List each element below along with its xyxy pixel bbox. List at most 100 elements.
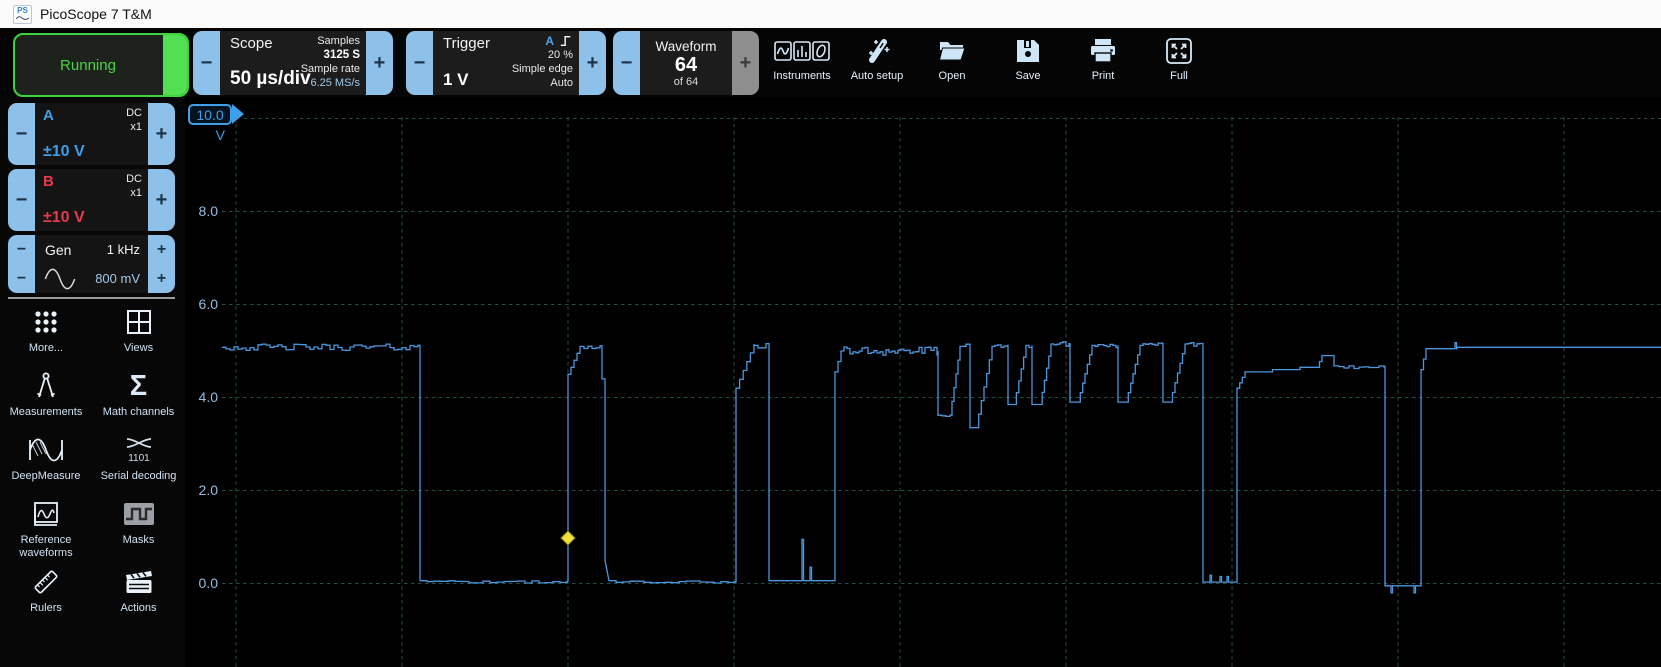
print-icon: [1089, 34, 1117, 68]
trigger-level-marker[interactable]: [560, 530, 576, 546]
scope-graph: [222, 117, 1661, 667]
y-axis-unit: V: [215, 127, 225, 143]
sidebar-tool-measurements[interactable]: Measurements: [0, 366, 92, 428]
open-button[interactable]: Open: [919, 34, 985, 92]
waveform-index: 64: [674, 53, 698, 76]
generator-frequency-increase-button[interactable]: +: [148, 235, 175, 264]
channel-b-coupling: DC: [126, 173, 142, 185]
y-axis-tick-label: 8.0: [198, 202, 218, 219]
channel-b-name: B: [43, 173, 54, 190]
sample-rate-value: 6.25 MS/s: [310, 77, 360, 89]
waveform-trace: [222, 341, 1661, 594]
samples-label: Samples: [317, 35, 360, 47]
sidebar-tool-deepmeasure[interactable]: DeepMeasure: [0, 430, 92, 492]
generator-panel: − Gen 1 kHz + − 800 mV +: [8, 235, 175, 293]
sidebar-tool-serial-decoding[interactable]: 1101 Serial decoding: [92, 430, 185, 492]
sidebar-tool-actions[interactable]: Actions: [92, 562, 185, 624]
auto-setup-button[interactable]: Auto setup: [844, 34, 910, 92]
print-button[interactable]: Print: [1070, 34, 1136, 92]
sample-rate-label: Sample rate: [300, 63, 360, 75]
sidebar-tool-math-channels[interactable]: Σ Math channels: [92, 366, 185, 428]
y-axis-tick-label: 2.0: [198, 481, 218, 498]
channel-b-body[interactable]: B DC x1 ±10 V: [35, 169, 148, 231]
waveform-panel[interactable]: Waveform 64 of 64: [640, 31, 732, 95]
waveform-previous-button[interactable]: −: [613, 31, 640, 95]
rising-edge-icon: [560, 36, 571, 46]
trigger-position-value: 20 %: [547, 49, 573, 61]
open-folder-icon: [938, 34, 966, 68]
scope-decrease-button[interactable]: −: [193, 31, 220, 95]
trigger-source-channel: A: [545, 34, 554, 48]
trigger-increase-button[interactable]: +: [579, 31, 606, 95]
samples-value: 3125 S: [323, 49, 360, 61]
channel-a-increase-button[interactable]: +: [148, 103, 175, 165]
generator-frequency: 1 kHz: [106, 242, 140, 257]
channel-a-axis-arrow-icon: [232, 104, 244, 124]
generator-frequency-row[interactable]: Gen 1 kHz: [35, 235, 148, 264]
picoscope-app-icon: PS: [13, 4, 32, 24]
channel-a-body[interactable]: A DC x1 ±10 V: [35, 103, 148, 165]
sigma-icon: Σ: [129, 369, 148, 402]
waveform-count: of 64: [673, 75, 699, 88]
save-icon: [1015, 34, 1041, 68]
calipers-icon: [32, 369, 60, 403]
generator-amplitude: 800 mV: [95, 271, 140, 286]
trigger-level-value: 1 V: [443, 70, 469, 89]
full-button[interactable]: Full: [1146, 34, 1212, 92]
scope-canvas[interactable]: 10.0 V 8.0 6.0 4.0 2.0 0.0: [185, 97, 1661, 667]
instruments-button[interactable]: Instruments: [769, 34, 835, 92]
app-title: PicoScope 7 T&M: [40, 6, 152, 22]
timebase-value: 50 µs/div: [230, 68, 311, 89]
deepmeasure-icon: [28, 433, 64, 467]
sidebar-tool-rulers[interactable]: Rulers: [0, 562, 92, 624]
channel-b-decrease-button[interactable]: −: [8, 169, 35, 231]
running-stripe: [163, 35, 187, 95]
generator-amplitude-increase-button[interactable]: +: [148, 264, 175, 293]
channel-a-range: ±10 V: [43, 143, 85, 160]
scope-increase-button[interactable]: +: [366, 31, 393, 95]
trigger-panel[interactable]: Trigger 1 V A 20 % Simple edge Auto: [433, 31, 579, 95]
trigger-panel-group: − Trigger 1 V A 20 % Simple edge Auto +: [406, 31, 606, 95]
fullscreen-icon: [1165, 34, 1193, 68]
sidebar-tool-masks[interactable]: Masks: [92, 494, 185, 560]
generator-amplitude-decrease-button[interactable]: −: [8, 264, 35, 293]
y-axis-max-label[interactable]: 10.0: [188, 104, 232, 125]
channel-b-increase-button[interactable]: +: [148, 169, 175, 231]
window-title-bar: PS PicoScope 7 T&M: [0, 0, 1661, 28]
save-button[interactable]: Save: [995, 34, 1061, 92]
channel-b-range: ±10 V: [43, 209, 85, 226]
channel-b-panel: − B DC x1 ±10 V +: [8, 169, 175, 231]
channel-a-coupling: DC: [126, 107, 142, 119]
sine-wave-icon: [44, 268, 76, 289]
sidebar-tools: More... Views Measurements Σ Math channe…: [0, 302, 185, 624]
channel-a-panel: − A DC x1 ±10 V +: [8, 103, 175, 165]
scope-panel[interactable]: Scope 50 µs/div Samples 3125 S Sample ra…: [220, 31, 366, 95]
reference-waveforms-icon: [32, 497, 60, 531]
clapperboard-icon: [124, 565, 154, 599]
instruments-icon: [774, 34, 830, 68]
main-toolbar: Running − Scope 50 µs/div Samples 3125 S…: [0, 28, 1661, 97]
logo-waveform-glyph: [16, 16, 29, 20]
scope-panel-group: − Scope 50 µs/div Samples 3125 S Sample …: [193, 31, 393, 95]
masks-icon: [123, 497, 155, 531]
ruler-icon: [31, 565, 61, 599]
auto-setup-icon: [863, 34, 891, 68]
channel-a-decrease-button[interactable]: −: [8, 103, 35, 165]
left-sidebar: − A DC x1 ±10 V + − B DC x1 ±10 V + − Ge…: [0, 97, 185, 667]
generator-amplitude-row[interactable]: 800 mV: [35, 264, 148, 293]
running-label: Running: [60, 56, 116, 74]
serial-bits-text: 1101: [128, 453, 150, 464]
waveform-panel-group: − Waveform 64 of 64 +: [613, 31, 759, 95]
y-axis-tick-label: 0.0: [198, 574, 218, 591]
sidebar-tool-reference-waveforms[interactable]: Reference waveforms: [0, 494, 92, 560]
trigger-mode-value: Auto: [550, 77, 573, 89]
sidebar-tool-views[interactable]: Views: [92, 302, 185, 364]
y-axis-tick-label: 4.0: [198, 388, 218, 405]
channel-b-probe: x1: [130, 187, 142, 199]
sidebar-tool-more[interactable]: More...: [0, 302, 92, 364]
generator-frequency-decrease-button[interactable]: −: [8, 235, 35, 264]
trigger-decrease-button[interactable]: −: [406, 31, 433, 95]
serial-decoding-icon: 1101: [124, 433, 154, 467]
trigger-panel-title: Trigger: [443, 35, 490, 52]
running-button[interactable]: Running: [13, 33, 189, 97]
